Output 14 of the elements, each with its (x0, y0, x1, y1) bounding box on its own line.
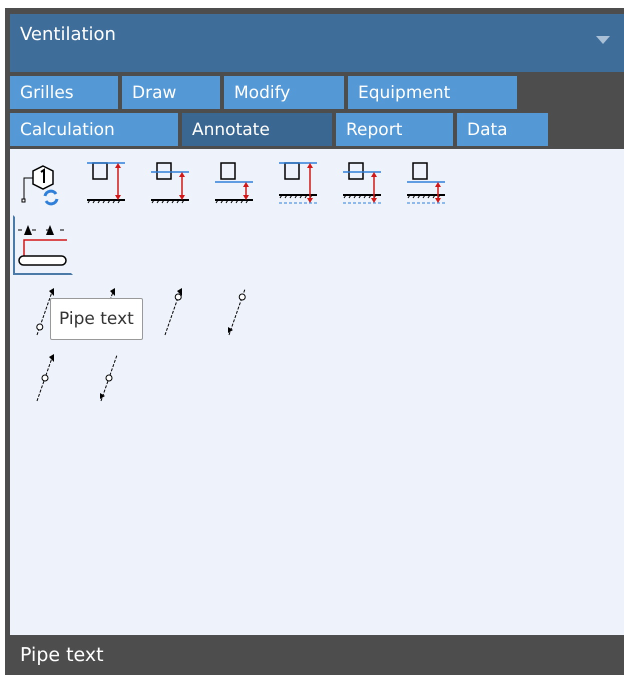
tab[interactable]: Data (457, 113, 548, 146)
tab[interactable]: Calculation (10, 113, 178, 146)
tab[interactable]: Grilles (10, 76, 118, 109)
tab[interactable]: Equipment (348, 76, 517, 109)
tooltip: Pipe text (50, 298, 143, 340)
tab[interactable]: Report (336, 113, 453, 146)
pipe-arrow-icon (110, 287, 118, 299)
panel-title: Ventilation (20, 24, 116, 45)
tab[interactable]: Draw (122, 76, 220, 109)
tab[interactable]: Modify (224, 76, 344, 109)
status-text: Pipe text (19, 643, 105, 668)
dropdown-caret-icon[interactable] (596, 36, 610, 44)
tool-button[interactable] (13, 215, 73, 275)
tab[interactable]: Annotate (182, 113, 332, 146)
